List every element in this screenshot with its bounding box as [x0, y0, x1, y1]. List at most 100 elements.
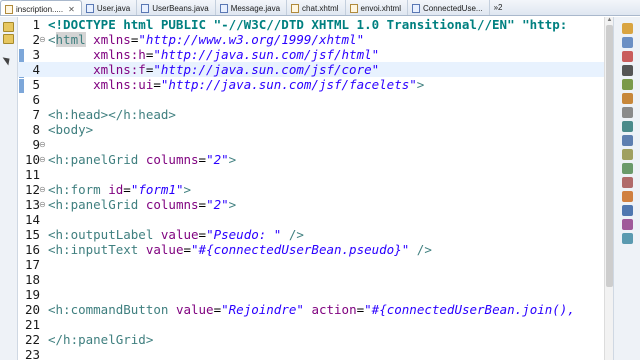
code-line[interactable]: 6: [18, 92, 604, 107]
code-token: <h:panelGrid: [48, 197, 139, 212]
code-token: </h:panelGrid>: [48, 332, 154, 347]
code-token: columns: [145, 152, 199, 167]
fold-toggle-icon[interactable]: ⊖: [39, 182, 46, 197]
line-number: 19: [24, 287, 40, 302]
scrollbar-thumb[interactable]: [606, 25, 613, 287]
code-token: =: [356, 302, 365, 317]
code-line[interactable]: 11: [18, 167, 604, 182]
code-line[interactable]: 1 <!DOCTYPE html PUBLIC "-//W3C//DTD XHTM…: [18, 17, 604, 32]
scroll-up-arrow-icon[interactable]: ▲: [606, 17, 613, 23]
editor-tab[interactable]: Message.java: [216, 0, 288, 15]
code-line[interactable]: 20 <h:commandButton value="Rejoindre" act…: [18, 302, 604, 317]
editor-tab[interactable]: inscription..... ✕: [0, 0, 82, 15]
code-token: value: [145, 242, 184, 257]
code-editor[interactable]: 1 <!DOCTYPE html PUBLIC "-//W3C//DTD XHTM…: [18, 17, 604, 360]
code-text: <body>: [48, 122, 93, 137]
code-line[interactable]: 4 xmlns:f="http://java.sun.com/jsf/core": [18, 62, 604, 77]
servers-icon[interactable]: [622, 93, 633, 104]
code-line[interactable]: 2 ⊖ <html xmlns="http://www.w3.org/1999/xh…: [18, 32, 604, 47]
tab-label: User.java: [96, 3, 131, 13]
code-line[interactable]: 23: [18, 347, 604, 360]
fold-toggle-icon[interactable]: ⊖: [39, 137, 46, 152]
right-minimized-view-toolbar: [613, 17, 640, 360]
code-line[interactable]: 18: [18, 272, 604, 287]
line-number: 9: [32, 137, 40, 152]
code-line[interactable]: 16 <h:inputText value="#{connectedUserBea…: [18, 242, 604, 257]
code-text: xmlns:ui="http://java.sun.com/jsf/facele…: [48, 77, 424, 92]
navigator-icon[interactable]: [622, 163, 633, 174]
code-line[interactable]: 3 xmlns:h="http://java.sun.com/jsf/html": [18, 47, 604, 62]
outline-icon[interactable]: [622, 23, 633, 34]
code-line[interactable]: 22 </h:panelGrid>: [18, 332, 604, 347]
code-token: "#{connectedUserBean.join(),: [364, 302, 575, 317]
code-line[interactable]: 5 xmlns:ui="http://java.sun.com/jsf/face…: [18, 77, 604, 92]
fold-toggle-icon[interactable]: ⊖: [39, 152, 46, 167]
code-line[interactable]: 19: [18, 287, 604, 302]
tab-label: Message.java: [230, 3, 281, 13]
history-icon[interactable]: [622, 149, 633, 160]
folder-icon[interactable]: [3, 34, 14, 44]
editor-tab[interactable]: User.java: [82, 0, 138, 15]
code-line[interactable]: 8 <body>: [18, 122, 604, 137]
line-number: 8: [32, 122, 40, 137]
code-token: id: [108, 182, 124, 197]
code-line[interactable]: 12 ⊖ <h:form id="form1">: [18, 182, 604, 197]
console-icon[interactable]: [622, 65, 633, 76]
code-text: xmlns:f="http://java.sun.com/jsf/core": [48, 62, 379, 77]
code-line[interactable]: 7 <h:head></h:head>: [18, 107, 604, 122]
code-token: >: [228, 152, 237, 167]
line-number: 14: [24, 212, 40, 227]
code-line[interactable]: 14: [18, 212, 604, 227]
editor-tab[interactable]: chat.xhtml: [287, 0, 346, 15]
code-token: "http://java.sun.com/jsf/html": [153, 47, 380, 62]
snippets-icon[interactable]: [622, 135, 633, 146]
markers-icon[interactable]: [622, 177, 633, 188]
code-line[interactable]: 9 ⊖: [18, 137, 604, 152]
code-line[interactable]: 15 <h:outputLabel value="Pseudo: " />: [18, 227, 604, 242]
code-token: xmlns:f: [93, 62, 146, 77]
code-text: xmlns:h="http://java.sun.com/jsf/html": [48, 47, 379, 62]
code-line[interactable]: 17: [18, 257, 604, 272]
folder-icon[interactable]: [3, 22, 14, 32]
fold-toggle-icon[interactable]: ⊖: [39, 197, 46, 212]
problems-icon[interactable]: [622, 51, 633, 62]
fold-toggle-icon[interactable]: ⊖: [39, 32, 46, 47]
code-line[interactable]: 13 ⊖ <h:panelGrid columns="2">: [18, 197, 604, 212]
line-number: 6: [32, 92, 40, 107]
editor-tab[interactable]: ConnectedUse...: [408, 0, 490, 15]
code-token: <body>: [48, 122, 94, 137]
code-text: <html xmlns="http://www.w3.org/1999/xhtm…: [48, 32, 364, 47]
editor-tab[interactable]: UserBeans.java: [137, 0, 216, 15]
line-number: 18: [24, 272, 40, 287]
bookmarks-icon[interactable]: [622, 205, 633, 216]
close-icon[interactable]: ✕: [68, 5, 75, 14]
code-line[interactable]: 10 ⊖ <h:panelGrid columns="2">: [18, 152, 604, 167]
code-token: html: [55, 32, 86, 47]
code-token: <h:inputText: [48, 242, 139, 257]
code-token: "http://java.sun.com/jsf/facelets": [160, 77, 417, 92]
properties-icon[interactable]: [622, 107, 633, 118]
line-number: 17: [24, 257, 40, 272]
code-text: <h:commandButton value="Rejoindre" actio…: [48, 302, 575, 317]
palette-icon[interactable]: [622, 191, 633, 202]
task-list-icon[interactable]: [622, 37, 633, 48]
javadoc-icon[interactable]: [622, 233, 633, 244]
code-token: >: [416, 77, 425, 92]
line-number: 7: [32, 107, 40, 122]
editor-tab[interactable]: envoi.xhtml: [346, 0, 408, 15]
search-icon[interactable]: [622, 79, 633, 90]
xhtml-file-icon: [5, 4, 13, 14]
code-token: =: [198, 197, 207, 212]
tab-overflow-button[interactable]: »2: [490, 0, 507, 15]
tab-label: envoi.xhtml: [360, 3, 401, 13]
call-hierarchy-icon[interactable]: [622, 219, 633, 230]
data-source-icon[interactable]: [622, 121, 633, 132]
editor-vertical-scrollbar[interactable]: ▲: [604, 17, 613, 360]
code-line[interactable]: 21: [18, 317, 604, 332]
code-token: <!DOCTYPE html PUBLIC "-//W3C//DTD XHTML…: [48, 17, 568, 32]
line-number: 21: [24, 317, 40, 332]
